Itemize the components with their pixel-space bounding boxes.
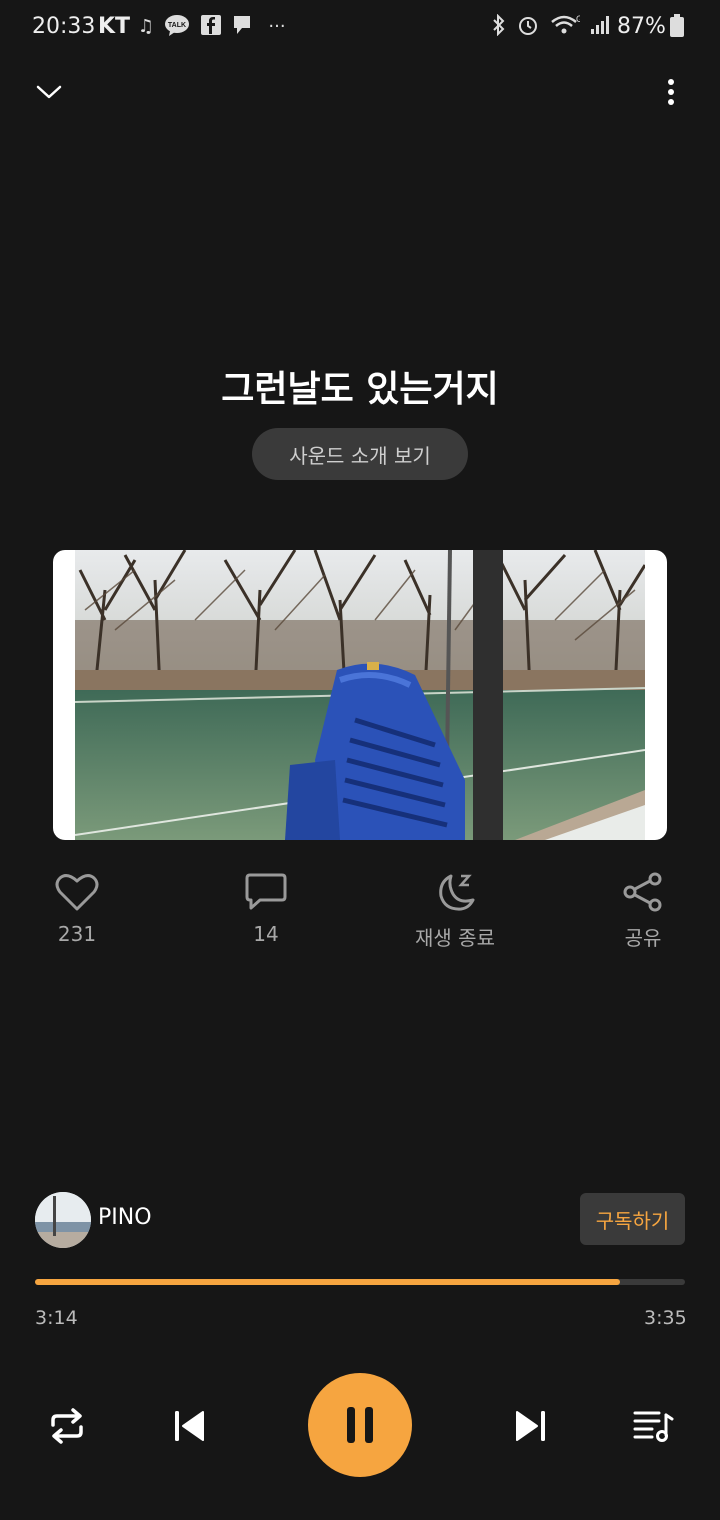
status-time: 20:33 [32,14,96,39]
facebook-icon [198,14,224,40]
skip-previous-icon [175,1411,204,1441]
track-title: 그런날도 있는거지 [221,369,499,410]
current-time: 3:14 [35,1307,78,1329]
chat-icon [229,14,255,40]
kakaotalk-icon: TALK [164,14,190,40]
like-count: 231 [57,922,97,946]
comment-count: 14 [253,922,279,946]
sleep-timer-label: 재생 종료 [415,926,495,950]
wifi-icon: G [550,14,583,40]
progress-bar[interactable] [35,1279,685,1285]
more-options-button[interactable] [647,68,695,116]
share-action[interactable]: 공유 [583,872,703,951]
more-dots-icon: ··· [268,16,286,37]
comment-action[interactable]: 14 [206,872,326,946]
heart-icon [55,874,99,911]
subscribe-button[interactable]: 구독하기 [580,1193,685,1245]
album-art-image [75,550,645,840]
battery-percentage: 87% [617,14,666,39]
battery-icon [664,14,690,40]
svg-text:TALK: TALK [168,22,186,29]
share-label: 공유 [624,926,662,950]
channel-name[interactable]: PINO [98,1205,152,1230]
repeat-icon [51,1408,83,1444]
pause-icon [347,1407,373,1443]
sleep-timer-action[interactable]: 재생 종료 [395,872,515,951]
pause-button[interactable] [308,1373,412,1477]
status-bar: 20:33 KT ♫ TALK ··· G 87% [0,0,720,56]
music-icon: ♫ [137,16,155,37]
chevron-down-icon [36,85,62,99]
moon-sleep-icon [439,874,475,911]
repeat-button[interactable] [43,1402,91,1450]
sound-intro-button[interactable]: 사운드 소개 보기 [252,428,468,480]
more-vertical-icon [668,79,674,105]
collapse-button[interactable] [25,68,73,116]
next-button[interactable] [507,1402,555,1450]
share-icon [623,872,662,912]
playlist-icon [633,1411,674,1442]
bluetooth-icon [486,13,512,40]
svg-text:G: G [576,14,580,24]
like-action[interactable]: 231 [17,872,137,946]
comment-icon [245,873,287,910]
total-time: 3:35 [644,1307,687,1329]
alarm-icon [515,14,541,40]
playlist-button[interactable] [629,1402,677,1450]
previous-button[interactable] [165,1402,213,1450]
skip-next-icon [516,1411,545,1441]
album-art-frame [53,550,667,840]
channel-avatar[interactable] [35,1192,91,1248]
signal-icon [588,14,614,40]
status-carrier: KT [98,14,131,39]
progress-fill [35,1279,620,1285]
